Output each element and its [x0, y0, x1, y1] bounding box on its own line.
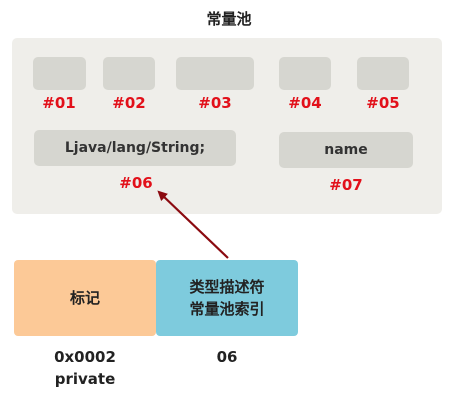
- flag-value-line1: 0x0002: [54, 348, 116, 366]
- flag-value: 0x0002 private: [14, 346, 156, 390]
- descriptor-label-line1: 类型描述符: [189, 278, 265, 296]
- descriptor-index-box: 类型描述符 常量池索引: [156, 260, 298, 336]
- reference-arrow: [157, 190, 229, 259]
- descriptor-value: 06: [216, 348, 238, 366]
- flag-value-line2: private: [54, 370, 116, 388]
- descriptor-label-line2: 常量池索引: [189, 300, 265, 318]
- flag-label: 标记: [69, 289, 100, 307]
- flag-box: 标记: [14, 260, 156, 336]
